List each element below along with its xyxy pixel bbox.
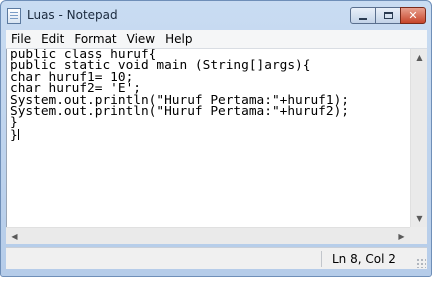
menu-format[interactable]: Format <box>69 30 121 48</box>
status-divider <box>321 251 322 267</box>
close-icon: ✕ <box>408 9 418 22</box>
title-bar[interactable]: Luas - Notepad ✕ <box>1 1 431 31</box>
scrollbar-corner <box>410 227 427 244</box>
scroll-down-arrow-icon[interactable]: ▼ <box>411 210 428 227</box>
scroll-left-arrow-icon[interactable]: ◀ <box>6 228 23 245</box>
text-caret <box>17 128 19 140</box>
vertical-scrollbar[interactable]: ▲ ▼ <box>410 49 427 227</box>
notepad-icon[interactable] <box>7 8 21 24</box>
minimize-button[interactable] <box>350 7 376 24</box>
menu-file[interactable]: File <box>6 30 36 48</box>
code-line: } <box>10 115 18 131</box>
resize-grip-icon[interactable] <box>416 258 426 268</box>
close-button[interactable]: ✕ <box>400 7 426 24</box>
cursor-position: Ln 8, Col 2 <box>332 252 396 266</box>
menu-help[interactable]: Help <box>160 30 197 48</box>
minimize-icon <box>359 17 367 20</box>
scroll-up-arrow-icon[interactable]: ▲ <box>411 49 428 66</box>
scroll-right-arrow-icon[interactable]: ▶ <box>393 228 410 245</box>
window-title: Luas - Notepad <box>27 8 118 22</box>
code-line-last: } <box>7 127 410 143</box>
code-line-text: } <box>10 127 18 143</box>
code-line: System.out.println("Huruf Pertama:"+huru… <box>10 103 349 119</box>
status-bar: Ln 8, Col 2 <box>6 247 427 269</box>
maximize-button[interactable] <box>375 7 401 24</box>
horizontal-scrollbar[interactable]: ◀ ▶ <box>6 227 410 244</box>
menu-bar: File Edit Format View Help <box>6 30 427 49</box>
menu-view[interactable]: View <box>122 30 160 48</box>
menu-edit[interactable]: Edit <box>36 30 69 48</box>
text-editor[interactable]: public class huruf{ public static void m… <box>6 49 410 227</box>
maximize-icon <box>383 12 393 19</box>
notepad-window: Luas - Notepad ✕ File Edit Format View H… <box>0 0 432 277</box>
